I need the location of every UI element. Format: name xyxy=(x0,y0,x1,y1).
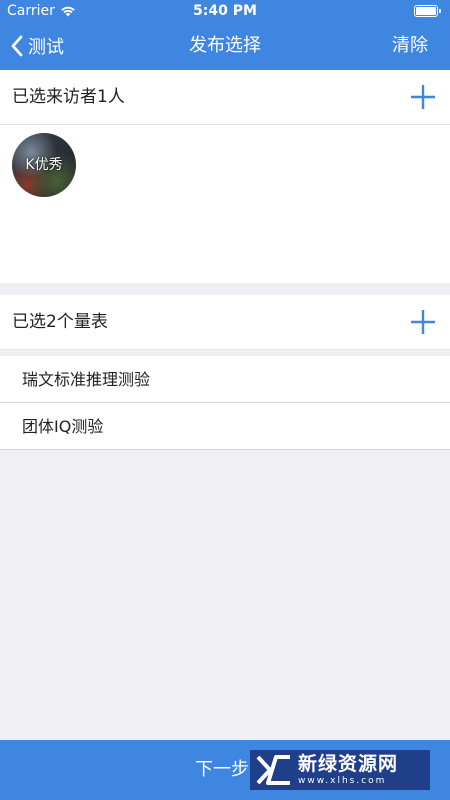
clear-button[interactable]: 清除 xyxy=(392,22,428,70)
scales-section-title: 已选2个量表 xyxy=(12,312,108,332)
battery-level xyxy=(416,7,436,15)
app-header: Carrier 5:40 PM 测试 发布选择 清除 xyxy=(0,0,450,70)
status-bar: Carrier 5:40 PM xyxy=(0,0,450,22)
scale-list: 瑞文标准推理测验 团体IQ测验 xyxy=(0,356,450,450)
visitor-list: K优秀 xyxy=(0,125,450,283)
watermark-name: 新绿资源网 xyxy=(298,752,399,775)
visitor-avatar[interactable]: K优秀 xyxy=(12,133,76,197)
scales-section-header: 已选2个量表 xyxy=(0,295,450,350)
visitors-section-header: 已选来访者1人 xyxy=(0,70,450,125)
status-time: 5:40 PM xyxy=(193,3,257,19)
visitors-section-title: 已选来访者1人 xyxy=(12,87,125,107)
watermark-text: 新绿资源网 www.xlhs.com xyxy=(298,752,399,786)
visitor-name: K优秀 xyxy=(25,157,63,173)
scale-item[interactable]: 瑞文标准推理测验 xyxy=(0,356,450,403)
xlhs-logo-icon xyxy=(256,755,290,785)
scale-item-label: 瑞文标准推理测验 xyxy=(22,370,151,389)
add-scale-icon[interactable] xyxy=(410,309,436,335)
scale-item-label: 团体IQ测验 xyxy=(22,417,104,436)
page-title: 发布选择 xyxy=(189,35,261,56)
add-visitor-icon[interactable] xyxy=(410,84,436,110)
next-step-button[interactable]: 下一步 xyxy=(195,740,249,800)
nav-bar: 测试 发布选择 清除 xyxy=(0,22,450,70)
watermark-url: www.xlhs.com xyxy=(298,775,387,786)
scale-item[interactable]: 团体IQ测验 xyxy=(0,403,450,450)
battery-icon xyxy=(414,5,441,17)
watermark-logo: 新绿资源网 www.xlhs.com xyxy=(250,750,430,790)
